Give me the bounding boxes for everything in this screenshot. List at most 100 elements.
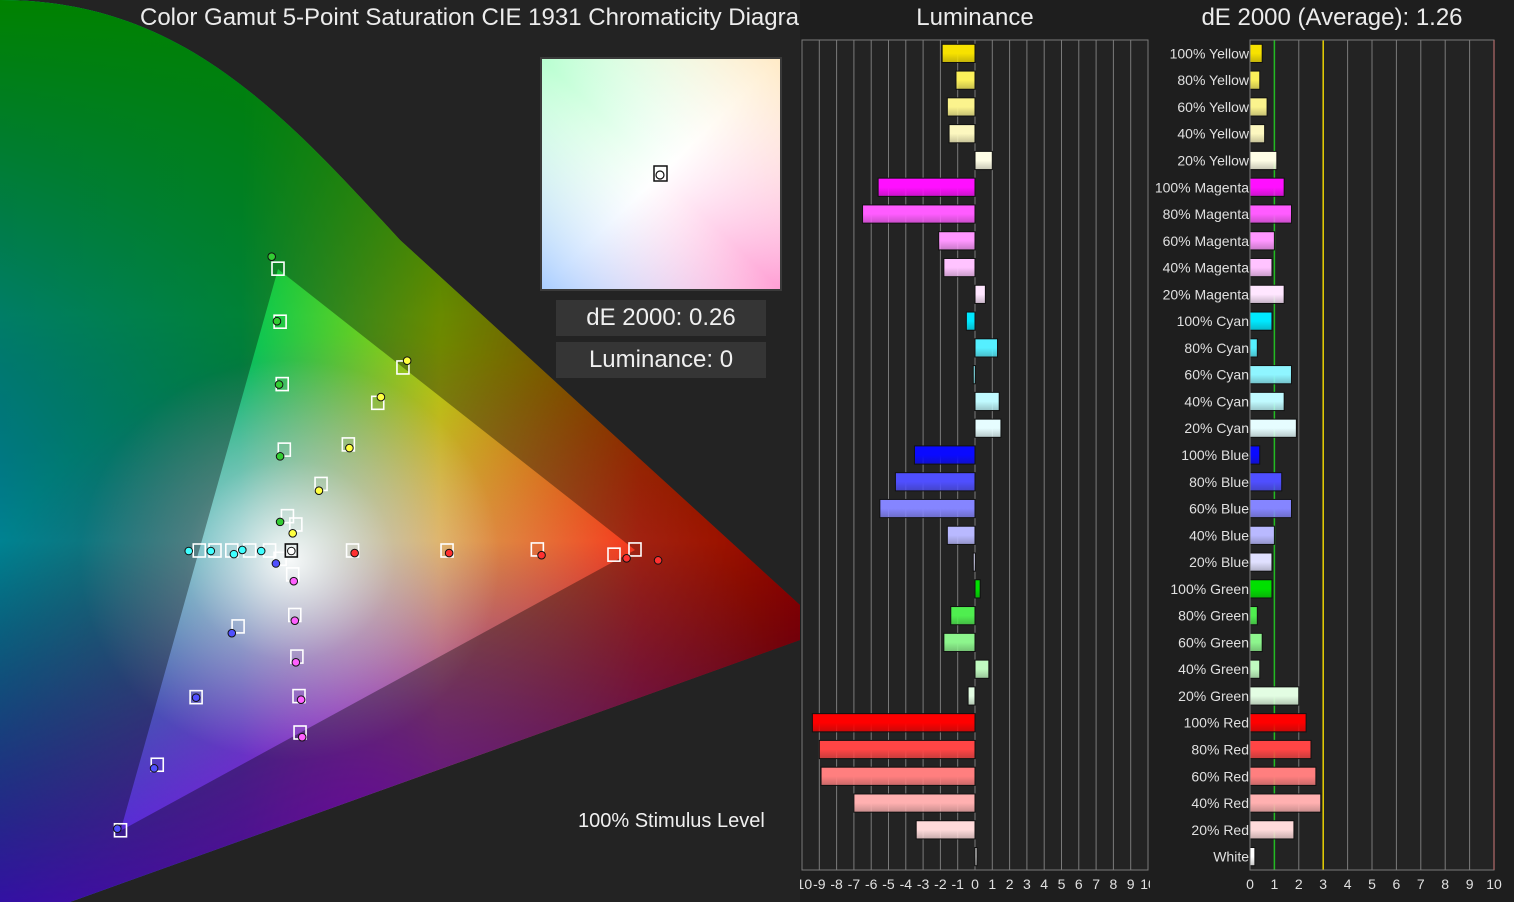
measured-marker <box>376 392 386 402</box>
measured-marker <box>345 443 354 453</box>
bar-white <box>974 847 978 867</box>
cie-diagram-panel: Color Gamut 5-Point Saturation CIE 1931 … <box>0 0 819 902</box>
category-label: 20% Cyan <box>1184 420 1249 436</box>
category-label: 40% Red <box>1191 795 1249 811</box>
bar-100-yellow <box>1249 43 1263 63</box>
measured-marker <box>227 628 237 638</box>
category-label: 60% Magenta <box>1163 233 1250 249</box>
bar-40-green <box>974 659 990 679</box>
measured-marker <box>275 452 285 461</box>
bar-60-magenta <box>938 231 976 251</box>
category-label: 60% Red <box>1191 768 1249 784</box>
bar-100-green <box>974 579 981 599</box>
category-label: 80% Yellow <box>1177 72 1250 88</box>
bar-40-magenta <box>1249 257 1273 278</box>
bar-100-blue <box>913 445 976 465</box>
bar-20-red <box>1249 820 1295 840</box>
measured-marker <box>537 550 546 560</box>
bar-60-red <box>820 766 976 786</box>
tick-label: 6 <box>1075 876 1083 892</box>
category-label: 20% Red <box>1191 822 1249 838</box>
bar-80-cyan <box>974 338 998 358</box>
de-readout: dE 2000: 0.26 <box>556 300 766 336</box>
luminance-readout: Luminance: 0 <box>556 342 766 378</box>
category-label: White <box>1213 849 1249 865</box>
category-label: 60% Cyan <box>1184 367 1249 383</box>
measured-marker <box>350 548 359 558</box>
tick-label: 5 <box>1058 876 1066 892</box>
cie-chromaticity-chart <box>0 0 800 902</box>
bar-20-blue <box>1249 552 1273 572</box>
bar-60-blue <box>1249 498 1292 519</box>
bar-60-yellow <box>946 97 976 117</box>
measured-marker <box>653 556 663 565</box>
tick-label: 0 <box>971 876 979 892</box>
measured-marker <box>272 316 282 326</box>
luminance-chart: -10-9-8-7-6-5-4-3-2-1012345678910 <box>800 39 1150 892</box>
category-label: 80% Blue <box>1189 474 1249 490</box>
tick-label: 4 <box>1040 876 1048 892</box>
measured-marker <box>191 693 201 702</box>
bar-40-yellow <box>948 124 976 144</box>
bar-40-yellow <box>1249 124 1266 144</box>
bar-100-cyan <box>965 311 976 331</box>
bar-80-yellow <box>1249 70 1261 90</box>
bar-20-green <box>1249 686 1300 706</box>
measured-marker <box>206 546 216 556</box>
bar-100-blue <box>1249 445 1261 465</box>
bar-40-blue <box>946 525 976 545</box>
inset-swatch-overlay <box>542 59 780 289</box>
tick-label: 2 <box>1295 876 1303 892</box>
tick-label: 1 <box>1271 876 1279 892</box>
tick-label: -1 <box>951 876 964 892</box>
tick-label: 3 <box>1023 876 1031 892</box>
bar-60-magenta <box>1249 231 1275 251</box>
measured-marker <box>287 546 296 556</box>
tick-label: 4 <box>1344 876 1352 892</box>
bar-100-red <box>811 713 976 733</box>
bar-20-magenta <box>1249 284 1285 304</box>
bar-100-magenta <box>877 177 976 197</box>
bar-40-cyan <box>974 391 1000 412</box>
tick-label: 5 <box>1368 876 1376 892</box>
measured-marker <box>296 695 306 705</box>
tick-label: -5 <box>882 876 895 892</box>
bar-60-blue <box>879 498 976 519</box>
measured-marker <box>238 545 247 555</box>
bar-100-yellow <box>941 43 976 63</box>
tick-label: -4 <box>900 876 913 892</box>
de2000-panel: dE 2000 (Average): 1.26 0 1 2 3 4 5 6 7 8 9 10 100%… <box>1150 0 1514 902</box>
bar-20-blue <box>972 552 976 572</box>
category-label: 20% Blue <box>1189 554 1249 570</box>
bar-80-blue <box>1249 472 1283 492</box>
tick-label: -9 <box>813 876 826 892</box>
bar-40-red <box>1249 793 1322 813</box>
measured-marker <box>113 824 122 833</box>
bar-20-cyan <box>1249 418 1297 438</box>
bar-40-red <box>853 793 976 813</box>
category-label: 100% Red <box>1184 715 1249 731</box>
luminance-panel: Luminance -10-9-8-7-6-5-4-3-2-1012345678… <box>800 0 1150 902</box>
stimulus-level-label: 100% Stimulus Level <box>578 810 765 832</box>
tick-label: -2 <box>934 876 947 892</box>
category-label: 60% Blue <box>1189 501 1249 517</box>
measured-marker <box>291 657 301 667</box>
bar-20-green <box>967 686 976 706</box>
measured-marker <box>314 486 324 495</box>
bar-60-red <box>1249 766 1317 786</box>
tick-label: 1 <box>988 876 996 892</box>
category-label: 80% Magenta <box>1163 206 1250 222</box>
bar-80-green <box>1249 606 1258 626</box>
bar-80-yellow <box>955 70 976 90</box>
category-label: 100% Blue <box>1181 447 1249 463</box>
category-label: 100% Yellow <box>1170 45 1250 61</box>
category-label: 40% Yellow <box>1177 126 1250 142</box>
bar-60-cyan <box>972 365 976 385</box>
tick-label: -8 <box>830 876 843 892</box>
bar-80-blue <box>894 472 976 492</box>
measured-marker <box>297 732 307 742</box>
bar-100-red <box>1249 713 1307 733</box>
category-label: 100% Magenta <box>1155 179 1249 195</box>
tick-label: 10 <box>1486 876 1502 892</box>
tick-label: 6 <box>1393 876 1401 892</box>
